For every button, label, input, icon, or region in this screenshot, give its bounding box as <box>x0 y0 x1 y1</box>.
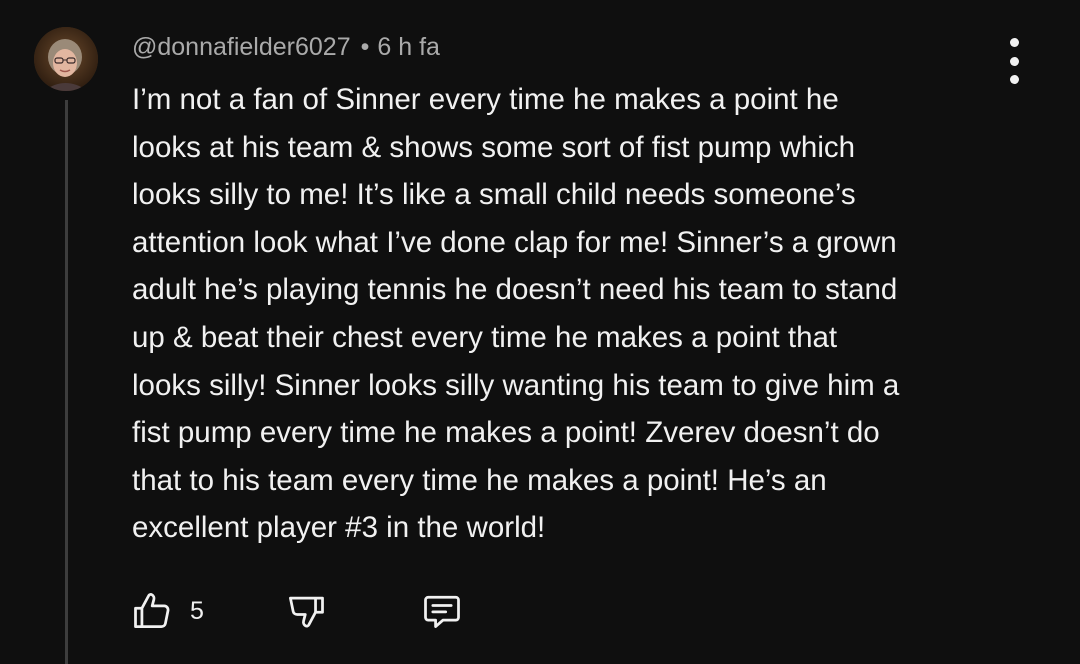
comment-line: looks silly to me! It’s like a small chi… <box>132 178 856 212</box>
comment-line: I’m not a fan of Sinner every time he ma… <box>132 83 839 116</box>
comment-line: adult he’s playing tennis he doesn’t nee… <box>132 273 898 307</box>
avatar[interactable] <box>34 27 98 91</box>
comment-card: @donnafielder6027 • 6 h fa I’m not a fan o… <box>0 0 1080 664</box>
comment-line: that to his team every time he makes a p… <box>132 463 827 497</box>
comment-line: fist pump every time he makes a point! Z… <box>132 416 880 450</box>
comment-reply-icon <box>424 595 460 628</box>
thread-line <box>65 100 68 664</box>
thumbs-down-icon <box>289 596 324 628</box>
reply-button[interactable] <box>420 586 464 636</box>
comment-line: excellent player #3 in the world! <box>132 511 546 545</box>
comment-timestamp[interactable]: 6 h fa <box>377 33 440 61</box>
comment-line: up & beat their chest every time he make… <box>132 320 838 354</box>
meta-separator: • <box>360 33 370 61</box>
comment-meta: @donnafielder6027 • 6 h fa <box>132 30 440 64</box>
author-handle[interactable]: @donnafielder6027 <box>132 33 351 61</box>
like-button[interactable]: 5 <box>130 586 204 636</box>
comment-line: looks silly! Sinner looks silly wanting … <box>132 368 900 402</box>
dislike-button[interactable] <box>284 586 328 636</box>
like-count: 5 <box>190 596 204 625</box>
avatar-image <box>34 27 98 91</box>
comment-line: looks at his team & shows some sort of f… <box>132 130 856 164</box>
comment-body: I’m not a fan of Sinner every time he ma… <box>132 76 1032 552</box>
thumbs-up-icon <box>134 593 170 628</box>
comment-line: attention look what I’ve done clap for m… <box>132 225 897 259</box>
